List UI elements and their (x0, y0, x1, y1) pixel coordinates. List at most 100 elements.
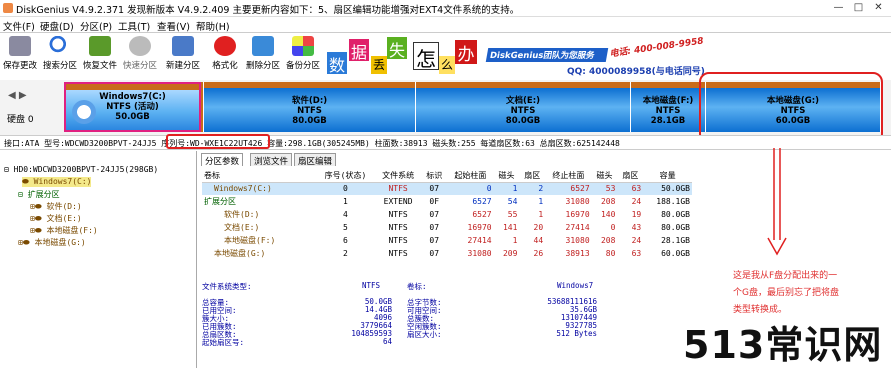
cell: 208 (600, 197, 616, 206)
column-header[interactable]: 容量 (643, 169, 692, 183)
tab-browse-files[interactable]: 浏览文件 (250, 153, 293, 167)
cell: 1 (343, 197, 348, 206)
search-partition-button[interactable]: 搜索分区 (40, 36, 80, 76)
tree-item-d[interactable]: ⊞⬬ 软件(D:) (30, 201, 82, 212)
partition-block-e[interactable]: 文档(E:) NTFS 80.0GB (416, 82, 631, 132)
nav-arrows-icon[interactable]: ◀ ▶ (8, 90, 27, 101)
column-header[interactable]: 卷标 (202, 169, 316, 183)
column-header[interactable]: 终止柱面 (545, 169, 592, 183)
stat-value: 64 (382, 337, 392, 346)
expand-icon[interactable]: ⊟ (18, 190, 23, 199)
cell-label: 文档(E:) (224, 223, 260, 232)
menu-view[interactable]: 查看(V) (157, 19, 190, 33)
column-header[interactable]: 文件系统 (374, 169, 422, 183)
column-header[interactable]: 扇区 (519, 169, 546, 183)
delete-partition-button[interactable]: 删除分区 (243, 36, 283, 76)
cell: 1 (512, 184, 518, 194)
menu-partition[interactable]: 分区(P) (80, 19, 112, 33)
tab-partition-params[interactable]: 分区参数 (201, 153, 244, 167)
recover-icon (89, 36, 111, 56)
partition-size: 28.1GB (650, 116, 686, 126)
table-row[interactable]: Windows7(C:) 0 NTFS 07 0 1 2 6527 53 63 … (202, 182, 692, 195)
cell: 27414 (565, 223, 590, 232)
cell: 55 (507, 210, 518, 219)
tree-item-f[interactable]: ⊞⬬ 本地磁盘(F:) (30, 225, 98, 236)
tree-item-g[interactable]: ⊞⬬ 本地磁盘(G:) (18, 237, 86, 248)
banner-phone: 电话: 400-008-9958 (608, 36, 705, 60)
menu-file[interactable]: 文件(F) (3, 19, 35, 33)
banner-team: DiskGenius团队为您服务 (485, 48, 609, 62)
cell-label: 软件(D:) (224, 210, 260, 219)
table-row[interactable]: 本地磁盘(G:) 2 NTFS 07 31080 209 26 38913 80… (202, 247, 692, 260)
banner-char: 么 (439, 56, 455, 74)
column-header[interactable]: 磁头 (591, 169, 618, 183)
highlight-box-model (166, 134, 270, 149)
partition-table: 卷标 序号(状态) 文件系统 标识 起始柱面 磁头 扇区 终止柱面 磁头 扇区 … (202, 169, 692, 260)
cell: 07 (429, 249, 440, 258)
tree-label: 文档(E:) (46, 214, 82, 223)
trash-icon (252, 36, 274, 56)
format-button[interactable]: 格式化 (205, 36, 245, 76)
disk-info-bar: 接口:ATA 型号:WDCWD3200BPVT-24JJ5 序列号:WD-WXE… (0, 135, 891, 150)
minimize-icon[interactable]: — (832, 1, 845, 14)
cell: 6527 (472, 210, 492, 219)
cell: 53 (605, 184, 616, 194)
cell: 60.0GB (661, 249, 690, 258)
partition-fs: NTFS (297, 106, 322, 116)
cell: 1 (538, 210, 544, 219)
menu-disk[interactable]: 硬盘(D) (40, 19, 74, 33)
cell: 0 (610, 223, 616, 232)
ad-banner[interactable]: 数 据 丢 失 怎 么 办 DiskGenius团队为您服务 电话: 400-0… (327, 34, 705, 78)
cell-label: 扩展分区 (204, 197, 236, 206)
close-icon[interactable]: ✕ (872, 1, 885, 14)
column-header[interactable]: 扇区 (617, 169, 644, 183)
column-header[interactable]: 起始柱面 (447, 169, 494, 183)
banner-char: 丢 (371, 56, 387, 74)
quick-partition-button[interactable]: 快速分区 (120, 36, 160, 76)
disk-info-text: 接口:ATA 型号:WDCWD3200BPVT-24JJ5 序列号:WD-WXE… (4, 139, 620, 148)
format-icon (214, 36, 236, 56)
table-row[interactable]: 软件(D:) 4 NTFS 07 6527 55 1 16970 140 19 … (202, 208, 692, 221)
cell: 5 (343, 223, 348, 232)
partition-block-f[interactable]: 本地磁盘(F:) NTFS 28.1GB (631, 82, 706, 132)
tree-label: HD0:WDCWD3200BPVT-24JJ5(298GB) (13, 165, 159, 174)
cell: 6527 (472, 197, 492, 206)
table-row[interactable]: 本地磁盘(F:) 6 NTFS 07 27414 1 44 31080 208 … (202, 234, 692, 247)
expand-icon[interactable]: ⊟ (4, 165, 9, 174)
cell: 209 (502, 249, 518, 258)
cell: 50.0GB (661, 184, 690, 194)
column-header[interactable]: 标识 (421, 169, 448, 183)
partition-name: 本地磁盘(F:) (642, 96, 694, 106)
cell: 1 (512, 236, 518, 245)
menu-tools[interactable]: 工具(T) (118, 19, 150, 33)
column-header[interactable]: 磁头 (493, 169, 520, 183)
menu-help[interactable]: 帮助(H) (196, 19, 230, 33)
column-header[interactable]: 序号(状态) (316, 169, 375, 183)
cell: 43 (631, 223, 642, 232)
tree-item-extended[interactable]: ⊟ 扩展分区 (18, 189, 60, 200)
partition-block-c[interactable]: Windows7(C:) NTFS (活动) 50.0GB (64, 82, 201, 132)
recover-files-button[interactable]: 恢复文件 (80, 36, 120, 76)
banner-qq: QQ: 4000089958(与电话同号) (567, 67, 705, 77)
cell: 07 (429, 236, 440, 245)
backup-partition-button[interactable]: 备份分区 (283, 36, 323, 76)
stat-value: NTFS (362, 281, 381, 290)
save-icon (9, 36, 31, 56)
table-row[interactable]: 扩展分区 1 EXTEND 0F 6527 54 1 31080 208 24 … (202, 195, 692, 208)
cell: 63 (631, 249, 642, 258)
partition-fs: NTFS (510, 106, 536, 116)
table-row[interactable]: 文档(E:) 5 NTFS 07 16970 141 20 27414 0 43… (202, 221, 692, 234)
tree-item-e[interactable]: ⊞⬬ 文档(E:) (30, 213, 82, 224)
tree-disk[interactable]: ⊟ HD0:WDCWD3200BPVT-24JJ5(298GB) (4, 165, 158, 174)
new-partition-button[interactable]: 新建分区 (163, 36, 203, 76)
cell: 141 (502, 223, 518, 232)
maximize-icon[interactable]: □ (852, 1, 865, 14)
cell: 38913 (565, 249, 590, 258)
tree-item-c[interactable]: ⬬ Windows7(C:) (22, 177, 92, 187)
save-button[interactable]: 保存更改 (0, 36, 40, 76)
banner-char: 办 (455, 40, 477, 65)
partition-block-d[interactable]: 软件(D:) NTFS 80.0GB (204, 82, 416, 132)
tree-label: 扩展分区 (27, 190, 60, 199)
tab-sector-edit[interactable]: 扇区编辑 (294, 153, 337, 167)
banner-char: 怎 (413, 42, 439, 71)
